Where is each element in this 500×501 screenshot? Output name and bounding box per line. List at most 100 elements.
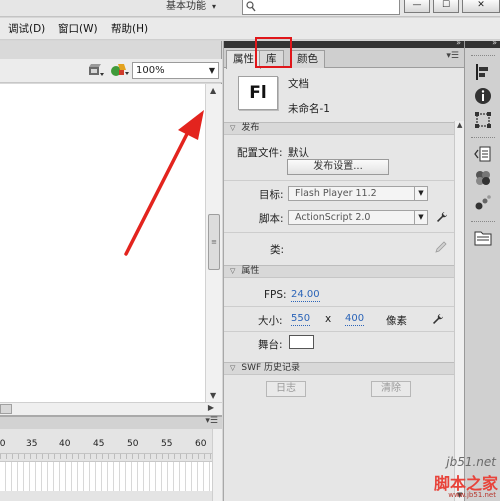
scroll-up-icon[interactable]: ▲ (457, 121, 462, 129)
frame-number: 60 (195, 439, 207, 449)
frame-ticks (0, 453, 222, 459)
components-icon[interactable] (474, 169, 492, 187)
width-value[interactable]: 550 (291, 313, 311, 326)
maximize-button[interactable]: ☐ (433, 0, 459, 13)
target-label: 目标: (259, 189, 284, 201)
panel-menu-icon[interactable]: ▾☰ (205, 416, 218, 426)
timeline-scrollbar[interactable] (212, 429, 222, 501)
search-input[interactable] (242, 0, 400, 15)
dock-grip[interactable] (471, 55, 495, 59)
class-label: 类: (270, 244, 285, 256)
site-watermark: jb51.net 脚本之家 www.jb51.net (420, 455, 500, 501)
frame-ruler[interactable]: 30 35 40 45 50 55 60 (0, 439, 222, 453)
project-icon[interactable] (474, 229, 492, 247)
menu-bar: 调试(D) 窗口(W) 帮助(H) (0, 18, 500, 40)
edit-symbols-icon[interactable] (110, 62, 130, 78)
close-button[interactable]: ✕ (462, 0, 500, 13)
height-value[interactable]: 400 (345, 313, 365, 326)
script-dropdown[interactable]: ActionScript 2.0 ▼ (288, 210, 428, 225)
script-label: 脚本: (259, 213, 284, 225)
section-attributes[interactable]: ▽ 属性 (224, 265, 454, 278)
collapse-triangle-icon: ▽ (230, 364, 236, 372)
menu-window[interactable]: 窗口(W) (58, 21, 98, 36)
section-title: 属性 (241, 266, 260, 276)
fps-label: FPS: (264, 289, 287, 301)
fps-value[interactable]: 24.00 (291, 289, 320, 302)
dock-grip[interactable] (471, 137, 495, 141)
title-bar: 基本功能 ▾ — ☐ ✕ (0, 0, 500, 17)
frame-number: 50 (127, 439, 139, 449)
minimize-button[interactable]: — (404, 0, 430, 13)
workspace-label: 基本功能 (166, 1, 206, 12)
zoom-dropdown[interactable]: 100% ▼ (132, 62, 219, 79)
profile-label: 配置文件: (237, 147, 283, 159)
scroll-down-icon[interactable]: ▼ (210, 391, 216, 400)
frame-number: 55 (161, 439, 173, 449)
transform-icon[interactable] (474, 111, 492, 129)
size-separator: x (325, 313, 332, 325)
panel-menu-icon[interactable]: ▾☰ (446, 51, 459, 61)
frame-number: 45 (93, 439, 105, 449)
publish-settings-button[interactable]: 发布设置... (287, 159, 389, 175)
scroll-thumb[interactable] (0, 404, 12, 414)
panel-dock: » (464, 38, 500, 501)
annotation-highlight-box (255, 37, 292, 68)
document-icon: Fl (238, 76, 278, 110)
divider (224, 232, 454, 233)
info-icon[interactable] (474, 87, 492, 105)
code-snippets-icon[interactable] (474, 145, 492, 163)
stage-horizontal-scrollbar[interactable]: ▶ (0, 402, 222, 415)
stage-toolbar: 100% ▼ (0, 59, 222, 83)
script-value: ActionScript 2.0 (295, 212, 371, 223)
frame-number: 40 (59, 439, 71, 449)
target-value: Flash Player 11.2 (295, 188, 377, 199)
profile-value: 默认 (288, 147, 309, 159)
tab-color[interactable]: 颜色 (290, 50, 325, 68)
section-publish[interactable]: ▽ 发布 (224, 122, 454, 135)
zoom-value: 100% (136, 65, 165, 76)
chevron-down-icon: ▼ (414, 210, 427, 225)
edit-scene-icon[interactable] (88, 63, 104, 78)
size-unit: 像素 (386, 315, 407, 327)
chevron-down-icon: ▼ (208, 66, 215, 75)
dock-top-strip: » (465, 38, 500, 48)
pencil-icon[interactable] (434, 241, 447, 254)
wrench-icon[interactable] (436, 211, 448, 223)
wrench-icon[interactable] (432, 313, 444, 325)
divider (224, 331, 454, 332)
chevron-down-icon: ▼ (414, 186, 427, 201)
log-button[interactable]: 日志 (266, 381, 306, 397)
frame-cells[interactable] (0, 461, 212, 491)
align-icon[interactable] (474, 63, 492, 81)
timeline-panel: ▾☰ 30 35 40 45 50 55 60 (0, 415, 222, 501)
target-dropdown[interactable]: Flash Player 11.2 ▼ (288, 186, 428, 201)
dock-grip[interactable] (471, 221, 495, 225)
section-swf-history[interactable]: ▽ SWF 历史记录 (224, 362, 454, 375)
size-label: 大小: (258, 315, 283, 327)
stage-color-swatch[interactable] (289, 335, 314, 349)
menu-help[interactable]: 帮助(H) (111, 21, 148, 36)
scroll-up-icon[interactable]: ▲ (210, 86, 216, 95)
divider (224, 180, 454, 181)
document-name: 未命名-1 (288, 103, 330, 115)
motion-presets-icon[interactable] (474, 193, 492, 211)
scroll-right-icon[interactable]: ▶ (208, 403, 214, 412)
watermark-site: jb51.net (446, 455, 496, 469)
menu-debug[interactable]: 调试(D) (8, 21, 45, 36)
frame-number: 35 (26, 439, 38, 449)
collapse-icon[interactable]: » (456, 38, 461, 47)
chevron-down-icon: ▾ (212, 2, 217, 11)
collapse-icon[interactable]: » (492, 38, 497, 47)
annotation-arrow (124, 110, 204, 256)
clear-button[interactable]: 清除 (371, 381, 411, 397)
collapse-triangle-icon: ▽ (230, 124, 236, 132)
section-title: SWF 历史记录 (241, 363, 301, 373)
divider (224, 306, 454, 307)
stage-color-label: 舞台: (258, 339, 283, 351)
section-title: 发布 (241, 123, 260, 133)
workspace-switcher[interactable]: 基本功能 ▾ (166, 0, 216, 17)
properties-panel: » 属性 库 颜色 ▾☰ Fl 文档 未命名-1 ▽ 发布 配置文件: 默认 发布… (223, 38, 465, 501)
document-type: 文档 (288, 78, 309, 90)
frame-number: 30 (0, 439, 6, 449)
search-icon (246, 1, 256, 12)
